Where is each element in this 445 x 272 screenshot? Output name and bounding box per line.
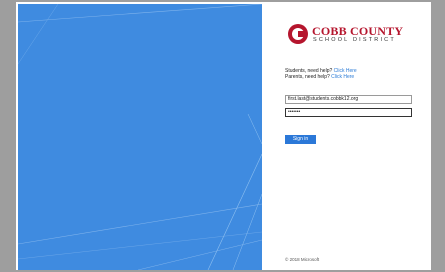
help-links: Students, need help? Click Here Parents,… (285, 68, 357, 80)
login-window: COBB COUNTY SCHOOL DISTRICT Students, ne… (16, 2, 431, 270)
parents-help-link[interactable]: Click Here (331, 74, 354, 80)
logo-subtitle: SCHOOL DISTRICT (313, 37, 396, 43)
login-panel: COBB COUNTY SCHOOL DISTRICT Students, ne… (262, 2, 431, 270)
parents-help-line: Parents, need help? Click Here (285, 74, 357, 80)
copyright-footer: © 2018 Microsoft (285, 257, 320, 262)
sign-in-button[interactable]: Sign in (285, 135, 316, 144)
username-input[interactable]: first.last@students.cobbk12.org (285, 95, 412, 104)
district-logo: COBB COUNTY SCHOOL DISTRICT (286, 24, 403, 50)
parents-help-text: Parents, need help? (285, 74, 330, 80)
password-input[interactable]: ••••••• (285, 108, 412, 117)
district-logo-mark (288, 24, 308, 44)
background-lines (18, 4, 262, 270)
background-illustration (18, 4, 262, 270)
